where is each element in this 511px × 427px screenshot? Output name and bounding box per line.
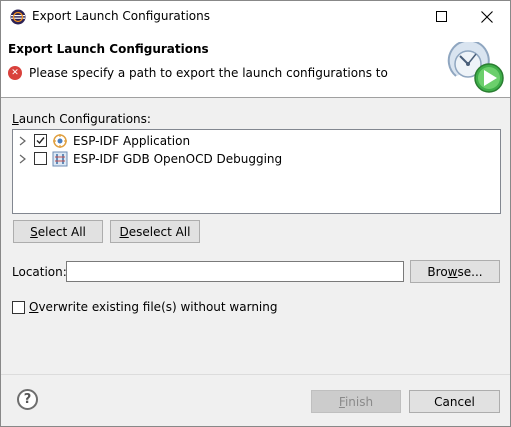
overwrite-label: Overwrite existing file(s) without warni… (29, 300, 278, 314)
location-input[interactable] (66, 261, 404, 282)
help-icon[interactable]: ? (17, 389, 38, 410)
error-message: Please specify a path to export the laun… (29, 66, 388, 80)
location-label: Location: (12, 265, 67, 279)
error-icon: ✕ (8, 66, 22, 80)
tree-item-label: ESP-IDF Application (73, 134, 191, 148)
browse-label: Browse... (427, 264, 483, 279)
maximize-button[interactable] (418, 1, 464, 32)
item-checkbox[interactable] (34, 134, 47, 147)
tree-item[interactable]: ESP-IDF GDB OpenOCD Debugging (13, 150, 500, 168)
item-checkbox[interactable] (34, 152, 47, 165)
maximize-icon (435, 11, 447, 22)
esp-idf-app-icon (52, 133, 68, 149)
wizard-title: Export Launch Configurations (8, 42, 209, 56)
launch-configurations-tree[interactable]: ESP-IDF Application ESP-IDF GDB OpenOCD … (12, 129, 501, 214)
select-all-button[interactable]: Select All (13, 220, 103, 243)
wizard-header: Export Launch Configurations ✕ Please sp… (1, 32, 510, 98)
deselect-all-label: Deselect All (119, 224, 191, 239)
browse-button[interactable]: Browse... (410, 260, 500, 283)
launch-configurations-label: Launch Configurations: (12, 112, 151, 126)
title-bar: Export Launch Configurations (1, 1, 510, 32)
select-all-label: Select All (30, 224, 86, 239)
window-title: Export Launch Configurations (32, 9, 210, 23)
footer-divider (1, 374, 510, 375)
gdb-debug-icon (52, 151, 68, 167)
finish-label: Finish (338, 394, 374, 409)
tree-item-label: ESP-IDF GDB OpenOCD Debugging (73, 152, 283, 166)
eclipse-app-icon (10, 9, 26, 25)
dialog-window: Export Launch Configurations Export Laun… (0, 0, 511, 427)
close-button[interactable] (464, 1, 510, 32)
chevron-right-icon[interactable] (18, 135, 28, 147)
cancel-button[interactable]: Cancel (409, 390, 500, 413)
overwrite-checkbox[interactable] (12, 301, 25, 314)
tree-item[interactable]: ESP-IDF Application (13, 132, 500, 150)
export-wizard-banner-icon (438, 39, 504, 98)
close-icon (481, 10, 493, 23)
finish-button: Finish (311, 390, 401, 413)
deselect-all-button[interactable]: Deselect All (110, 220, 200, 243)
chevron-right-icon[interactable] (18, 153, 28, 165)
